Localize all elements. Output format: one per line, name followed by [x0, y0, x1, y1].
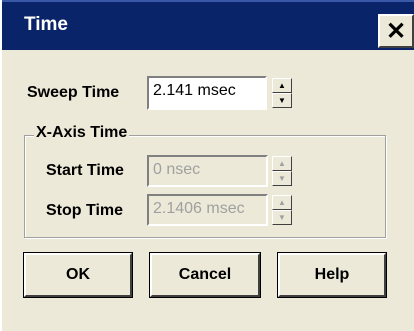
sweep-time-label: Sweep Time	[27, 84, 120, 101]
start-time-down-arrow-icon[interactable]: ▼	[272, 171, 292, 186]
stop-time-up-arrow-icon[interactable]: ▲	[272, 195, 292, 210]
ok-button[interactable]: OK	[24, 253, 132, 297]
title-bar: Time ✕	[2, 0, 414, 50]
stop-time-spinner[interactable]: ▲ ▼	[272, 195, 292, 225]
sweep-time-up-arrow-icon[interactable]: ▲	[272, 78, 292, 93]
x-axis-time-group-label: X-Axis Time	[34, 124, 130, 142]
start-time-spinner[interactable]: ▲ ▼	[272, 156, 292, 186]
cancel-button[interactable]: Cancel	[150, 253, 260, 297]
sweep-time-down-arrow-icon[interactable]: ▼	[272, 93, 292, 108]
help-button[interactable]: Help	[278, 253, 386, 297]
sweep-time-spinner[interactable]: ▲ ▼	[272, 78, 292, 108]
start-time-up-arrow-icon[interactable]: ▲	[272, 156, 292, 171]
start-time-input[interactable]: 0 nsec	[147, 155, 268, 187]
stop-time-down-arrow-icon[interactable]: ▼	[272, 210, 292, 225]
dialog-title: Time	[24, 14, 69, 35]
close-button[interactable]: ✕	[378, 14, 414, 48]
close-icon: ✕	[385, 17, 407, 45]
time-dialog: Time ✕ Sweep Time 2.141 msec ▲ ▼ X-Axis …	[0, 0, 414, 331]
sweep-time-input[interactable]: 2.141 msec	[147, 76, 267, 110]
title-bar-edge	[2, 0, 414, 2]
stop-time-input[interactable]: 2.1406 msec	[147, 194, 268, 226]
start-time-label: Start Time	[46, 162, 124, 179]
stop-time-label: Stop Time	[46, 202, 124, 219]
